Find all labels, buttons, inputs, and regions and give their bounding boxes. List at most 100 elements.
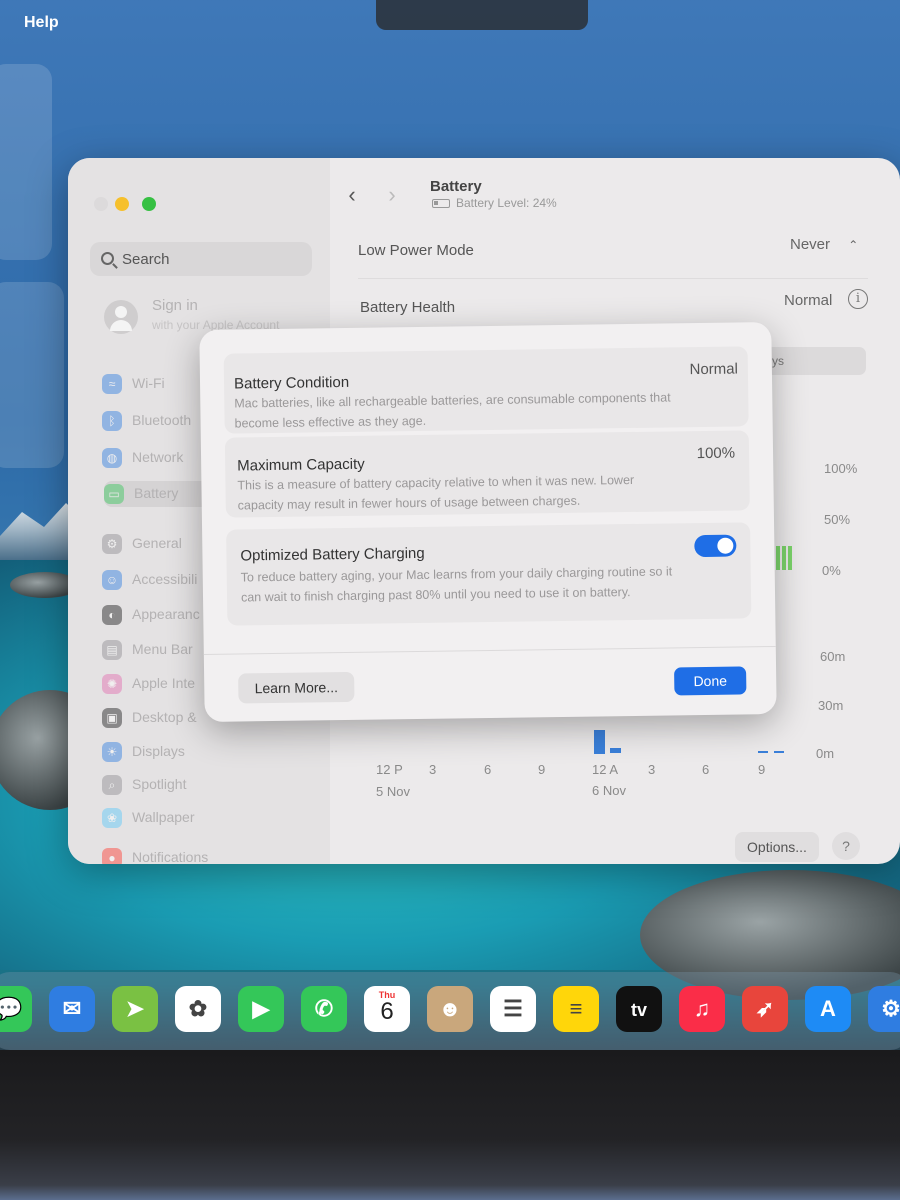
sidebar-item-spotlight[interactable]: ⌕ Spotlight [102, 772, 322, 798]
maps-icon[interactable]: ➤ [112, 986, 158, 1032]
low-power-mode-value: Never [790, 236, 831, 253]
info-icon[interactable]: i [848, 289, 868, 309]
maximum-capacity-description: This is a measure of battery capacity re… [237, 472, 635, 513]
optimized-charging-description: To reduce battery aging, your Mac learns… [240, 564, 673, 605]
system-settings-icon[interactable]: ⚙ [868, 986, 900, 1032]
sidebar-item-wallpaper[interactable]: ❀ Wallpaper [102, 805, 322, 831]
dialog-divider [203, 645, 776, 655]
search-icon [101, 252, 114, 265]
x-tick: 12 P [376, 762, 403, 777]
low-power-mode-label: Low Power Mode [358, 242, 474, 259]
search-input[interactable]: Search [90, 242, 312, 276]
optimized-charging-toggle[interactable] [694, 534, 737, 558]
sidebar-item-notifications[interactable]: ● Notifications [102, 845, 322, 864]
usage-bar [758, 751, 768, 753]
camera-notch [376, 0, 588, 30]
learn-more-button[interactable]: Learn More... [238, 671, 355, 704]
displays-icon: ☀ [102, 742, 122, 762]
sidebar-item-displays[interactable]: ☀ Displays [102, 739, 322, 765]
apple-intelligence-icon: ✺ [102, 674, 122, 694]
battery-level-icon [432, 199, 450, 208]
notifications-icon: ● [102, 848, 122, 864]
zoom-window-button[interactable] [142, 197, 156, 211]
usage-bar [774, 751, 784, 753]
facetime-icon[interactable]: ▶ [238, 986, 284, 1032]
maximum-capacity-title: Maximum Capacity [237, 455, 365, 475]
battery-health-value: Normal [784, 292, 833, 309]
optimized-charging-title: Optimized Battery Charging [240, 544, 425, 565]
sidebar-item-label: Bluetooth [132, 412, 192, 428]
sidebar-item-label: Wi-Fi [132, 375, 165, 391]
done-button[interactable]: Done [674, 666, 747, 696]
page-title: Battery [430, 178, 482, 195]
music-icon[interactable]: ♫ [679, 986, 725, 1032]
calendar-icon[interactable]: Thu 6 [364, 986, 410, 1032]
phone-icon[interactable]: ✆ [301, 986, 347, 1032]
reminders-icon[interactable]: ☰ [490, 986, 536, 1032]
x-tick: 6 [484, 762, 492, 777]
sidebar-item-label: Menu Bar [132, 641, 193, 657]
battery-condition-value: Normal [689, 360, 739, 379]
help-button[interactable]: ? [832, 832, 860, 860]
photos-icon[interactable]: ✿ [175, 986, 221, 1032]
updown-chevron-icon: ⌃ [848, 238, 859, 252]
segmented-control[interactable]: ys [766, 347, 866, 375]
sidebar-item-label: Notifications [132, 849, 209, 864]
date-label: 6 Nov [592, 783, 626, 798]
laptop-bezel [0, 1050, 900, 1200]
close-window-button[interactable] [94, 197, 108, 211]
row-divider [358, 278, 868, 279]
sidebar-item-label: Desktop & [132, 709, 197, 725]
low-power-mode-select[interactable]: Never ⌃ [790, 236, 858, 253]
sidebar-item-label: Appearanc [132, 606, 200, 622]
tv-label: tv [630, 1000, 647, 1020]
avatar[interactable] [104, 300, 138, 334]
wallpaper-icon: ❀ [102, 808, 122, 828]
contacts-icon[interactable]: ☻ [427, 986, 473, 1032]
battery-health-label: Battery Health [360, 299, 456, 316]
back-button[interactable]: ‹ [334, 178, 370, 214]
x-tick: 3 [429, 762, 437, 777]
messages-icon[interactable]: 💬 [0, 986, 32, 1032]
sidebar-item-label: General [132, 535, 182, 551]
x-tick: 9 [538, 762, 546, 777]
gear-icon: ⚙ [102, 534, 122, 554]
x-tick: 6 [702, 762, 710, 777]
x-tick: 3 [648, 762, 656, 777]
desktop-widget [0, 64, 52, 260]
mail-icon[interactable]: ✉ [49, 986, 95, 1032]
maximum-capacity-card: Maximum Capacity 100% This is a measure … [224, 430, 750, 518]
battery-condition-title: Battery Condition [233, 373, 350, 393]
sidebar-item-label: Wallpaper [132, 809, 195, 825]
battery-health-dialog: Battery Condition Normal Mac batteries, … [199, 322, 777, 722]
signin-title[interactable]: Sign in [152, 297, 198, 314]
app-store-icon[interactable]: A [805, 986, 851, 1032]
sidebar-item-label: Displays [132, 743, 185, 759]
desktop-widget [0, 282, 64, 468]
sidebar-item-label: Accessibili [132, 571, 198, 587]
launchpad-icon[interactable]: ➶ [742, 986, 788, 1032]
usage-bar [610, 748, 621, 753]
options-button[interactable]: Options... [735, 832, 819, 862]
menubar-icon: ▤ [102, 640, 122, 660]
forward-button[interactable]: › [374, 178, 410, 214]
minimize-window-button[interactable] [115, 197, 129, 211]
globe-icon: ◍ [102, 448, 122, 468]
battery-condition-description: Mac batteries, like all rechargeable bat… [234, 390, 671, 431]
battery-level: Battery Level: 24% [456, 196, 557, 210]
sidebar-item-label: Spotlight [132, 776, 187, 792]
battery-icon: ▭ [104, 484, 124, 504]
level-tick: 100% [824, 461, 858, 476]
menu-help[interactable]: Help [24, 14, 59, 32]
battery-level-bar [776, 546, 780, 570]
spotlight-icon: ⌕ [102, 775, 122, 795]
usage-bar [594, 730, 605, 754]
tv-icon[interactable]: tv [616, 986, 662, 1032]
desktop-icon: ▣ [102, 708, 122, 728]
bluetooth-icon: ᛒ [102, 411, 122, 431]
notes-icon[interactable]: ≡ [553, 986, 599, 1032]
battery-condition-card: Battery Condition Normal Mac batteries, … [223, 346, 749, 434]
usage-tick: 0m [816, 746, 835, 761]
accessibility-icon: ☺ [102, 570, 122, 590]
level-tick: 0% [822, 563, 841, 578]
